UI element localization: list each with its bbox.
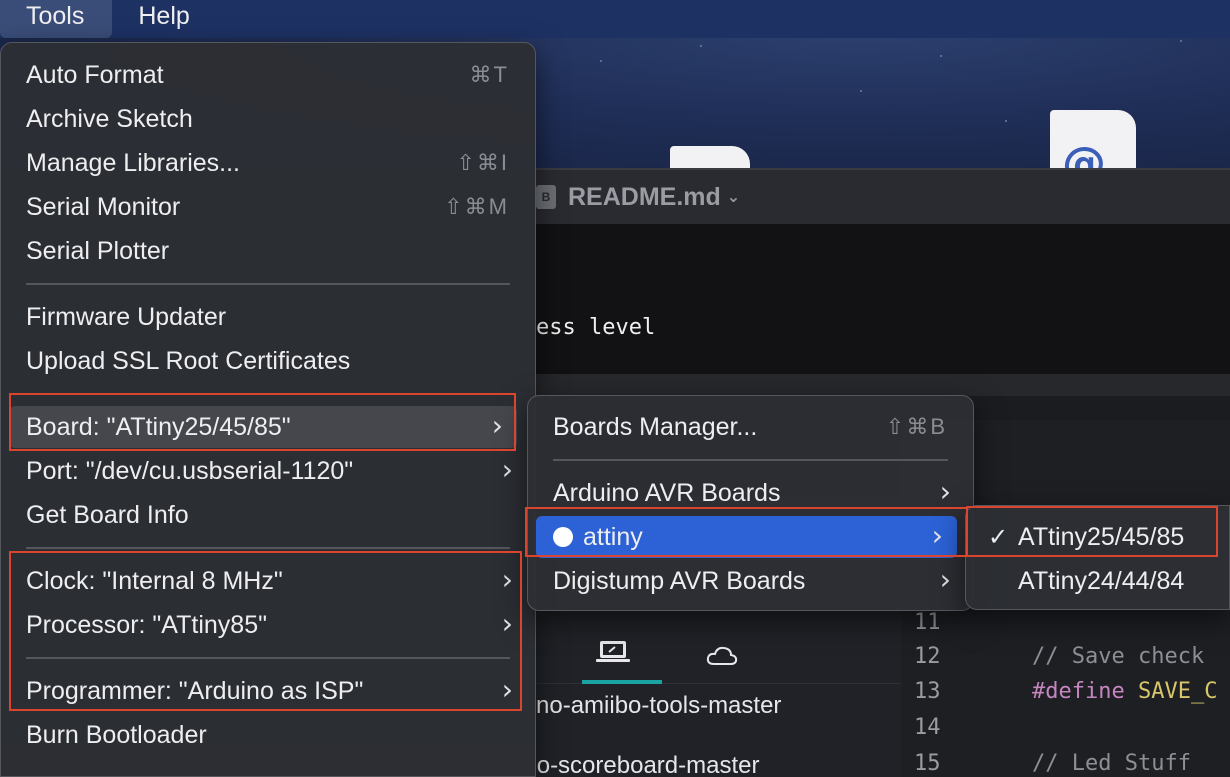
code-macro: SAVE_C: [1137, 679, 1218, 704]
menu-item-label: Digistump AVR Boards: [553, 566, 806, 595]
star: [940, 55, 942, 57]
menu-item-label: ATtiny24/44/84: [1018, 566, 1185, 595]
chevron-down-icon[interactable]: ⌄: [727, 187, 740, 207]
file-tab-label: README.md: [568, 182, 721, 211]
line-number: 13: [914, 679, 941, 704]
highlight-box-board: [9, 393, 516, 451]
menu-separator: [26, 547, 510, 549]
menu-item-label: Archive Sketch: [26, 104, 193, 133]
menu-item-boards-manager[interactable]: Boards Manager... ⇧⌘B: [536, 406, 965, 448]
board-submenu: Boards Manager... ⇧⌘B Arduino AVR Boards…: [527, 395, 974, 611]
shortcut-label: ⇧⌘I: [456, 150, 509, 175]
menubar: Tools Help: [0, 0, 1230, 38]
code-line-13: #define SAVE_C: [1032, 679, 1217, 704]
menu-item-serial-monitor[interactable]: Serial Monitor ⇧⌘M: [9, 186, 527, 228]
menu-item-label: Port: "/dev/cu.usbserial-1120": [26, 456, 354, 485]
menu-item-manage-libraries[interactable]: Manage Libraries... ⇧⌘I: [9, 142, 527, 184]
chevron-right-icon: ›: [939, 563, 951, 596]
code-line-12: // Save check: [1032, 644, 1205, 669]
menu-item-label: Get Board Info: [26, 500, 189, 529]
code-area-top[interactable]: ess level: [536, 224, 1230, 374]
line-number: 11: [914, 610, 941, 635]
desktop-mail-file-icon[interactable]: @: [1050, 110, 1136, 189]
line-number: 12: [914, 644, 941, 669]
shortcut-label: ⌘T: [469, 62, 509, 87]
highlight-box-clock-processor-programmer: [9, 551, 522, 711]
menu-item-label: Arduino AVR Boards: [553, 478, 781, 507]
file-tree-item[interactable]: no-amiibo-tools-master: [536, 692, 781, 720]
star: [860, 90, 862, 92]
panel-tabs: [536, 608, 901, 684]
menu-item-label: Auto Format: [26, 60, 164, 89]
editor-divider: [536, 374, 1230, 396]
code-keyword: #define: [1032, 679, 1125, 704]
menu-item-get-board-info[interactable]: Get Board Info: [9, 494, 527, 536]
shortcut-label: ⇧⌘M: [444, 194, 509, 219]
menu-item-burn-bootloader[interactable]: Burn Bootloader: [9, 714, 527, 756]
menu-item-label: Manage Libraries...: [26, 148, 241, 177]
menu-item-label: Burn Bootloader: [26, 720, 207, 749]
highlight-box-attiny: [525, 507, 968, 557]
laptop-icon[interactable]: [596, 640, 630, 664]
star: [700, 45, 702, 47]
line-number: 14: [914, 715, 941, 740]
menu-item-attiny24-44-84[interactable]: ATtiny24/44/84: [974, 560, 1224, 602]
line-number: 15: [914, 751, 941, 776]
highlight-box-attiny25: [966, 506, 1218, 557]
menu-item-label: Serial Monitor: [26, 192, 181, 221]
menubar-tools[interactable]: Tools: [0, 0, 113, 38]
menu-separator: [26, 283, 510, 285]
menu-item-label: Serial Plotter: [26, 236, 170, 265]
menu-item-label: Upload SSL Root Certificates: [26, 346, 351, 375]
menu-item-digistump-avr-boards[interactable]: Digistump AVR Boards ›: [536, 560, 965, 602]
menu-item-archive-sketch[interactable]: Archive Sketch: [9, 98, 527, 140]
menu-item-serial-plotter[interactable]: Serial Plotter: [9, 230, 527, 272]
active-tab-indicator: [582, 680, 662, 684]
star: [600, 60, 602, 62]
menu-item-firmware-updater[interactable]: Firmware Updater: [9, 296, 527, 338]
menu-item-port[interactable]: Port: "/dev/cu.usbserial-1120" ›: [9, 450, 527, 492]
code-line-15: // Led Stuff: [1032, 751, 1191, 776]
file-tab-readme[interactable]: B README.md ⌄: [536, 183, 740, 212]
menu-separator: [553, 459, 948, 461]
chevron-right-icon: ›: [501, 453, 513, 486]
menu-item-label: Firmware Updater: [26, 302, 227, 331]
star: [1005, 120, 1007, 122]
editor-tab-bar: B README.md ⌄: [536, 168, 1230, 224]
menu-item-label: Boards Manager...: [553, 412, 758, 441]
star: [1180, 40, 1182, 42]
menubar-help[interactable]: Help: [112, 0, 215, 38]
markdown-file-icon: B: [536, 185, 556, 209]
cloud-icon[interactable]: [706, 644, 738, 666]
shortcut-label: ⇧⌘B: [885, 414, 947, 439]
code-text-fragment: ess level: [536, 315, 656, 340]
menu-item-auto-format[interactable]: Auto Format ⌘T: [9, 54, 527, 96]
menu-item-upload-ssl[interactable]: Upload SSL Root Certificates: [9, 340, 527, 382]
